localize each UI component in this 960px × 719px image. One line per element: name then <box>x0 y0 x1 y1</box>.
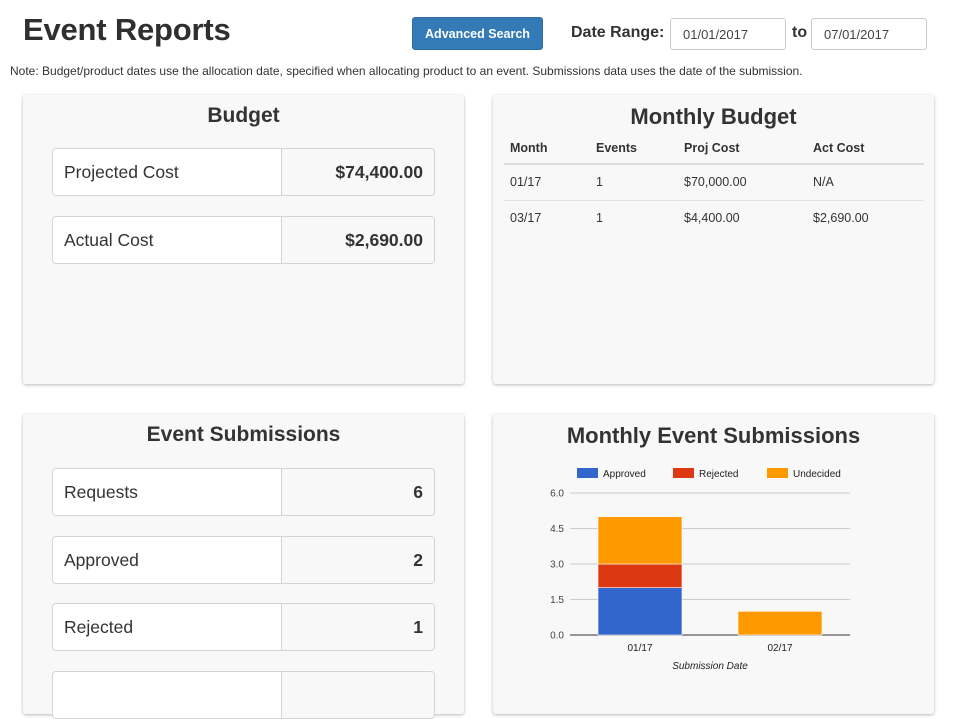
legend-label-rejected: Rejected <box>699 469 738 480</box>
table-row: 03/17 1 $4,400.00 $2,690.00 <box>504 200 924 236</box>
stat-value <box>282 672 434 718</box>
stat-label: Requests <box>53 469 282 515</box>
cell-events: 1 <box>596 211 603 226</box>
y-tick-label: 3.0 <box>550 560 564 571</box>
stacked-bar-chart: Approved Rejected Undecided 0.0 1.5 3.0 4.5 6.0… <box>550 468 850 672</box>
date-to-input[interactable] <box>811 18 927 50</box>
table-row: 01/17 1 $70,000.00 N/A <box>504 164 924 201</box>
date-range-label: Date Range: <box>571 24 665 41</box>
cell-events: 1 <box>590 164 678 201</box>
page-title: Event Reports <box>23 12 231 47</box>
stat-label: Rejected <box>53 604 282 650</box>
column-header-events: Events <box>590 133 678 165</box>
budget-title: Budget <box>207 104 280 127</box>
column-header-month: Month <box>504 133 590 165</box>
bar-rejected-01-17 <box>597 563 683 588</box>
y-tick-label: 4.5 <box>550 524 564 535</box>
note-text: Note: Budget/product dates use the alloc… <box>10 64 803 78</box>
legend-swatch-rejected <box>673 468 694 478</box>
y-tick-label: 1.5 <box>550 595 564 606</box>
stat-label: Projected Cost <box>53 149 282 195</box>
requests-row: Requests 6 <box>52 468 435 516</box>
actual-cost-row: Actual Cost $2,690.00 <box>52 216 435 264</box>
legend-swatch-approved <box>577 468 598 478</box>
date-from-input[interactable] <box>670 18 786 50</box>
column-header-proj-cost: Proj Cost <box>678 133 807 165</box>
monthly-budget-title: Monthly Budget <box>630 104 797 129</box>
x-axis-title: Submission Date <box>672 661 748 672</box>
stat-label <box>53 672 282 718</box>
y-tick-label: 0.0 <box>550 631 564 642</box>
stat-value: 2 <box>282 537 434 583</box>
rejected-row: Rejected 1 <box>52 603 435 651</box>
cell-act-cost: $2,690.00 <box>813 211 869 226</box>
event-submissions-panel: Event Submissions Requests 6 Approved 2 … <box>23 414 464 719</box>
stat-value: $2,690.00 <box>282 217 434 263</box>
projected-cost-row: Projected Cost $74,400.00 <box>52 148 435 196</box>
cell-act-cost: N/A <box>807 164 924 201</box>
bar-undecided-01-17 <box>597 516 683 565</box>
x-tick-label: 02/17 <box>767 643 792 654</box>
cell-month: 01/17 <box>504 164 590 201</box>
date-to-label: to <box>792 24 808 41</box>
approved-row: Approved 2 <box>52 536 435 584</box>
stat-value: $74,400.00 <box>282 149 434 195</box>
legend-label-undecided: Undecided <box>793 469 841 480</box>
bar-approved-01-17 <box>597 587 683 636</box>
bar-undecided-02-17 <box>737 611 823 636</box>
undecided-row <box>52 671 435 719</box>
x-tick-label: 01/17 <box>627 643 652 654</box>
stat-value: 6 <box>282 469 434 515</box>
y-tick-label: 6.0 <box>550 489 564 500</box>
monthly-budget-panel: Monthly Budget Month Events Proj Cost Ac… <box>493 95 934 384</box>
column-header-act-cost: Act Cost <box>807 133 924 165</box>
legend-swatch-undecided <box>767 468 788 478</box>
table-header-row: Month Events Proj Cost Act Cost <box>504 133 924 165</box>
advanced-search-button[interactable]: Advanced Search <box>412 17 543 50</box>
stat-value: 1 <box>282 604 434 650</box>
cell-proj-cost: $4,400.00 <box>684 211 740 226</box>
legend-label-approved: Approved <box>603 469 646 480</box>
cell-month: 03/17 <box>510 211 542 226</box>
monthly-budget-table: Month Events Proj Cost Act Cost 01/17 1 … <box>504 133 924 236</box>
cell-proj-cost: $70,000.00 <box>678 164 807 201</box>
budget-panel: Budget Projected Cost $74,400.00 Actual … <box>23 95 464 384</box>
stat-label: Actual Cost <box>53 217 282 263</box>
monthly-event-submissions-panel: Monthly Event Submissions Approved Reject… <box>493 414 934 714</box>
stat-label: Approved <box>53 537 282 583</box>
event-submissions-title: Event Submissions <box>146 423 341 446</box>
